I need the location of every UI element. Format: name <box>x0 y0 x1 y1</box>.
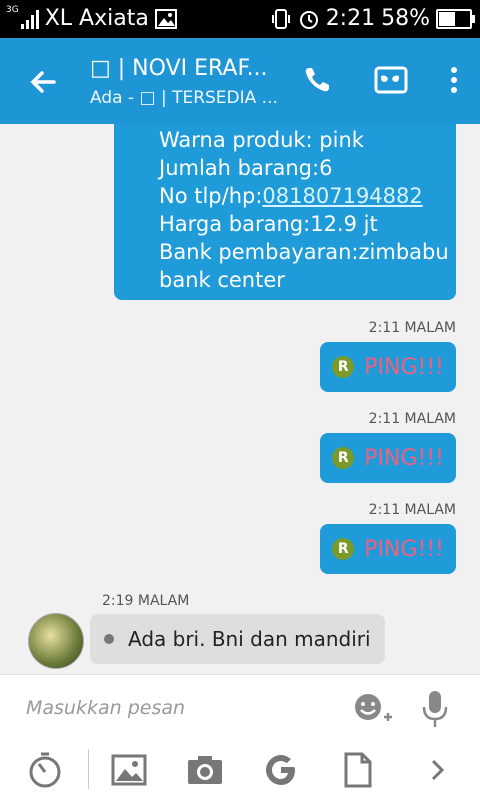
attachment-toolbar <box>0 745 480 795</box>
chat-status: Ada - □ | TERSEDIA ... <box>90 88 278 108</box>
ping-text: PING!!! <box>364 354 444 380</box>
read-badge: R <box>332 447 355 469</box>
message-line: Harga barang:12.9 jt <box>159 212 378 236</box>
ping-text: PING!!! <box>364 445 444 471</box>
phone-link[interactable]: 081807194882 <box>262 184 422 208</box>
message-timestamp: 2:11 MALAM <box>368 320 456 336</box>
compose-bar: Masukkan pesan <box>0 674 480 801</box>
ping-text: PING!!! <box>364 536 444 562</box>
chat-thread[interactable]: Warna produk: pink Jumlah barang:6 No tl… <box>0 124 480 674</box>
image-icon[interactable] <box>110 751 148 789</box>
carrier-name: XL Axiata <box>44 6 149 31</box>
message-line: Jumlah barang:6 <box>159 156 333 180</box>
network-type: 3G <box>6 5 19 15</box>
gallery-notification-icon <box>154 8 177 29</box>
read-badge: R <box>332 538 355 560</box>
chat-title[interactable]: □ | NOVI ERAF... <box>90 56 268 81</box>
app-bar: □ | NOVI ERAF... Ada - □ | TERSEDIA ... <box>0 38 480 124</box>
avatar[interactable] <box>28 613 84 669</box>
alarm-icon <box>299 10 318 29</box>
emoji-add-icon[interactable] <box>352 691 392 727</box>
vibrate-icon <box>271 8 290 29</box>
incoming-text: Ada bri. Bni dan mandiri <box>128 627 371 651</box>
google-icon[interactable] <box>262 751 300 789</box>
phone-icon[interactable] <box>298 60 338 100</box>
toolbar-divider <box>88 749 89 789</box>
message-input[interactable]: Masukkan pesan <box>26 697 185 719</box>
incoming-message[interactable]: Ada bri. Bni dan mandiri <box>90 614 385 664</box>
outgoing-message-order[interactable]: Warna produk: pink Jumlah barang:6 No tl… <box>114 124 456 300</box>
kebab-icon[interactable] <box>434 60 474 100</box>
stopwatch-icon[interactable] <box>26 751 64 789</box>
status-bar: 3G XL Axiata 2:21 58% <box>0 0 480 38</box>
message-line: Warna produk: pink <box>159 128 364 152</box>
camera-icon[interactable] <box>186 751 224 789</box>
outgoing-ping[interactable]: R PING!!! <box>320 342 456 392</box>
message-timestamp: 2:11 MALAM <box>368 411 456 427</box>
message-line: No tlp/hp:081807194882 <box>159 184 423 208</box>
outgoing-ping[interactable]: R PING!!! <box>320 433 456 483</box>
message-timestamp: 2:19 MALAM <box>102 593 190 609</box>
unread-dot <box>104 634 114 644</box>
clock: 2:21 <box>325 6 376 31</box>
message-timestamp: 2:11 MALAM <box>368 502 456 518</box>
mic-icon[interactable] <box>420 689 450 729</box>
battery-percent: 58% <box>381 6 430 31</box>
signal-icon <box>20 9 39 29</box>
arrow-left-icon[interactable] <box>24 62 64 102</box>
battery-icon <box>436 8 475 29</box>
message-line: bank center <box>159 268 285 292</box>
mask-icon[interactable] <box>372 60 412 100</box>
outgoing-ping[interactable]: R PING!!! <box>320 524 456 574</box>
read-badge: R <box>332 356 355 378</box>
message-line: Bank pembayaran:zimbabu <box>159 240 449 264</box>
chevron-right-icon[interactable] <box>418 751 456 789</box>
file-icon[interactable] <box>338 751 376 789</box>
